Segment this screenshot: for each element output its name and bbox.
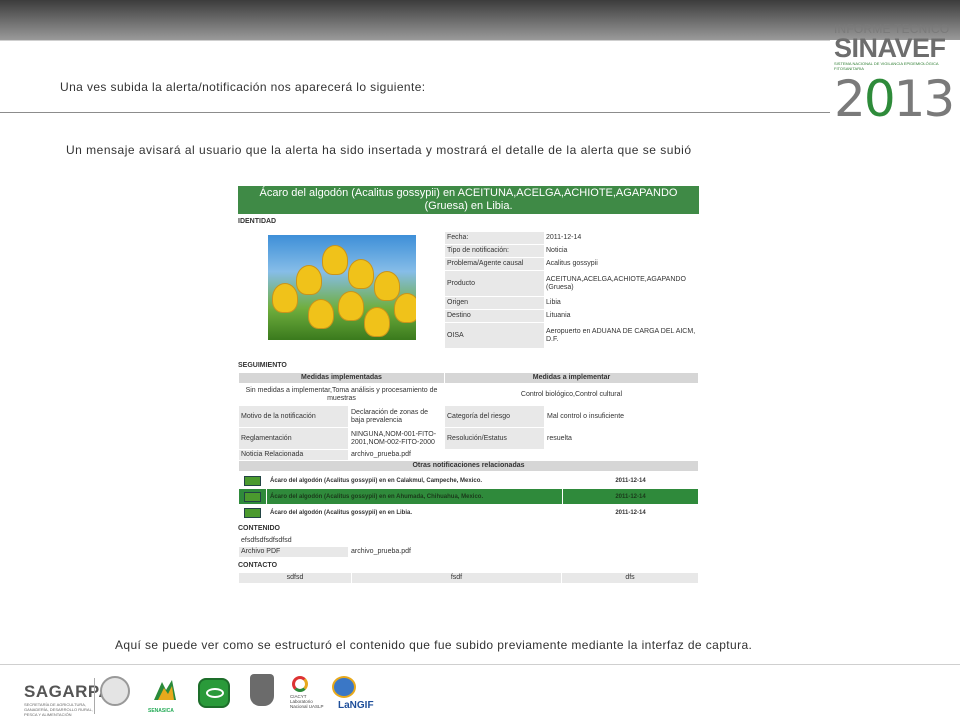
content-text: efsdfsdfsdfsdfsd [238, 535, 699, 547]
related-item[interactable]: Ácaro del algodón (Acalitus gossypii) en… [238, 504, 699, 521]
followup-table: Medidas implementadas Medidas a implemen… [238, 372, 699, 472]
field-label: OISA [445, 322, 544, 349]
university-crest-icon [250, 674, 274, 706]
resolucion-label: Resolución/Estatus [444, 427, 545, 450]
motivo-value: Declaración de zonas de baja prevalencia [348, 405, 445, 428]
senasica-logo-icon [154, 680, 176, 700]
brand-name: SINAVEF [834, 33, 946, 63]
top-gradient-bar [0, 0, 960, 40]
related-item-date: 2011-12-14 [562, 472, 699, 489]
related-item-date: 2011-12-14 [562, 504, 699, 521]
langif-globe-icon [332, 676, 356, 698]
year-part: 13 [893, 70, 956, 128]
related-item[interactable]: Ácaro del algodón (Acalitus gossypii) en… [238, 488, 699, 505]
identity-row: Origen Libia [445, 296, 699, 310]
pdf-label: Archivo PDF [238, 546, 349, 558]
alert-detail-screenshot: Ácaro del algodón (Acalitus gossypii) en… [238, 186, 699, 598]
field-value: 2011-12-14 [544, 232, 699, 245]
contact-heading: CONTACTO [238, 562, 278, 569]
green-institution-logo-icon [198, 678, 230, 708]
noticia-value[interactable]: archivo_prueba.pdf [348, 449, 445, 461]
field-value: Noticia [544, 244, 699, 258]
tulip-photo [268, 235, 416, 340]
year-part: 2 [834, 70, 866, 128]
noticia-label: Noticia Relacionada [238, 449, 349, 461]
identity-row: Destino Lituania [445, 309, 699, 323]
caption-text: Aquí se puede ver como se estructuró el … [115, 638, 753, 652]
pdf-value[interactable]: archivo_prueba.pdf [348, 546, 699, 558]
sagarpa-subtitle: SECRETARÍA DE AGRICULTURA, GANADERÍA, DE… [24, 702, 93, 717]
message-text: Un mensaje avisará al usuario que la ale… [66, 143, 692, 157]
field-label: Tipo de notificación: [445, 244, 544, 258]
categoria-value: Mal control o insuficiente [544, 405, 699, 428]
notification-badge-icon [244, 475, 261, 486]
related-list: Ácaro del algodón (Acalitus gossypii) en… [238, 472, 699, 521]
identity-heading: IDENTIDAD [238, 218, 277, 225]
field-label: Destino [445, 309, 544, 323]
contact-cell: sdfsd [238, 572, 352, 584]
motivo-label: Motivo de la notificación [238, 405, 349, 428]
identity-table: Fecha: 2011-12-14 Tipo de notificación: No… [445, 232, 699, 349]
measures-todo-value: Control biológico,Control cultural [444, 383, 699, 406]
field-value: Libia [544, 296, 699, 310]
contact-cell: dfs [561, 572, 699, 584]
brand-year: 2013 [834, 70, 956, 128]
related-item-text[interactable]: Ácaro del algodón (Acalitus gossypii) en… [266, 472, 563, 489]
identity-row: OISA Aeropuerto en ADUANA DE CARGA DEL AI… [445, 322, 699, 349]
field-value: Acalitus gossypii [544, 257, 699, 271]
senasica-text: SENASICA [148, 708, 174, 714]
related-header: Otras notificaciones relacionadas [238, 460, 699, 472]
reglamentacion-label: Reglamentación [238, 427, 349, 450]
measures-impl-header: Medidas implementadas [238, 372, 445, 384]
field-value: Aeropuerto en ADUANA DE CARGA DEL AICM, … [544, 322, 699, 349]
identity-row: Tipo de notificación: Noticia [445, 244, 699, 258]
reglamentacion-value: NINGUNA,NOM-001-FITO-2001,NOM-002-FITO-2… [348, 427, 445, 450]
year-part-green: 0 [863, 70, 896, 128]
resolucion-value: resuelta [544, 427, 699, 450]
notification-badge-icon [244, 507, 261, 518]
section-divider [0, 112, 830, 113]
footer-logos: SAGARPA SECRETARÍA DE AGRICULTURA, GANAD… [20, 672, 960, 720]
related-item-text[interactable]: Ácaro del algodón (Acalitus gossypii) en… [266, 504, 563, 521]
sinavef-logo: INFORME TECNICO SINAVEF SISTEMA NACIONAL… [834, 22, 960, 128]
ciacyt-text: CIACYT Laboratorio Nacional UASLP [290, 694, 324, 709]
related-item-text[interactable]: Ácaro del algodón (Acalitus gossypii) en… [266, 488, 563, 505]
alert-title: Ácaro del algodón (Acalitus gossypii) en… [238, 186, 699, 214]
related-item[interactable]: Ácaro del algodón (Acalitus gossypii) en… [238, 472, 699, 489]
intro-text: Una ves subida la alerta/notificación no… [60, 80, 426, 94]
identity-section: Fecha: 2011-12-14 Tipo de notificación: No… [238, 228, 699, 358]
logo-separator [94, 678, 95, 714]
identity-row: Problema/Agente causal Acalitus gossypii [445, 257, 699, 271]
field-label: Fecha: [445, 232, 544, 245]
identity-row: Fecha: 2011-12-14 [445, 232, 699, 245]
top-divider [0, 40, 830, 41]
field-label: Producto [445, 270, 544, 297]
footer-divider [0, 664, 960, 665]
followup-heading: SEGUIMIENTO [238, 362, 287, 369]
categoria-label: Categoría del riesgo [444, 405, 545, 428]
field-value: Lituania [544, 309, 699, 323]
contact-table: sdfsd fsdf dfs [238, 572, 699, 584]
identity-row: Producto ACEITUNA,ACELGA,ACHIOTE,AGAPANDO… [445, 270, 699, 297]
field-value: ACEITUNA,ACELGA,ACHIOTE,AGAPANDO (Gruesa… [544, 270, 699, 297]
measures-impl-value: Sin medidas a implementar,Toma análisis … [238, 383, 445, 406]
langif-text: LaNGIF [338, 700, 374, 711]
notification-badge-icon [244, 491, 261, 502]
ciacyt-logo-icon [292, 676, 308, 692]
field-label: Problema/Agente causal [445, 257, 544, 271]
content-table: efsdfsdfsdfsdfsd Archivo PDF archivo_pru… [238, 535, 699, 558]
mexico-seal-icon [100, 676, 130, 706]
field-label: Origen [445, 296, 544, 310]
content-heading: CONTENIDO [238, 525, 280, 532]
measures-todo-header: Medidas a implementar [444, 372, 699, 384]
related-item-date: 2011-12-14 [562, 488, 699, 505]
contact-cell: fsdf [351, 572, 562, 584]
